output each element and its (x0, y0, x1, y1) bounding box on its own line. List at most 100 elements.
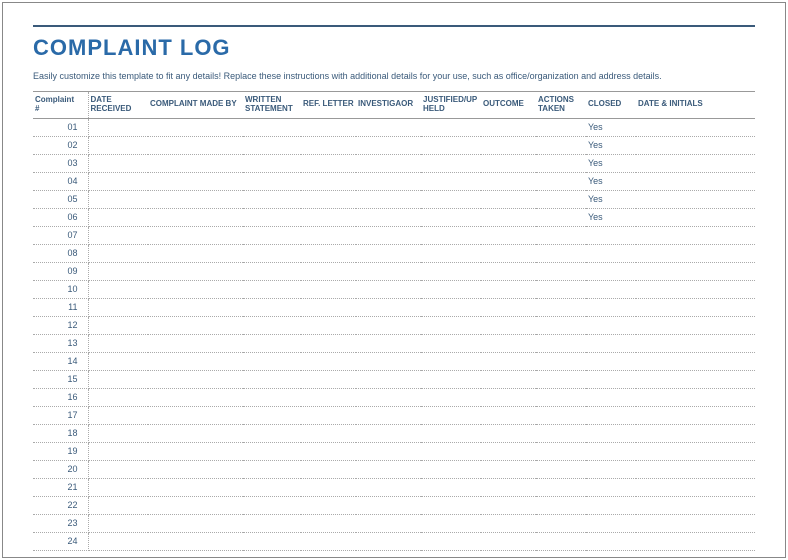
cell-made-by (148, 136, 243, 154)
cell-closed (586, 406, 636, 424)
table-row: 08 (33, 244, 755, 262)
cell-justified (421, 298, 481, 316)
header-date-initials: DATE & INITIALS (636, 92, 755, 119)
cell-date-initials (636, 154, 755, 172)
table-row: 18 (33, 424, 755, 442)
cell-ref-letter (301, 370, 356, 388)
header-complaint-num: Complaint # (33, 92, 88, 119)
cell-complaint-num: 11 (33, 298, 88, 316)
cell-date-received (88, 136, 148, 154)
cell-justified (421, 460, 481, 478)
cell-justified (421, 244, 481, 262)
cell-actions-taken (536, 334, 586, 352)
cell-made-by (148, 172, 243, 190)
cell-justified (421, 280, 481, 298)
cell-date-initials (636, 298, 755, 316)
header-justified: JUSTIFIED/UP HELD (421, 92, 481, 119)
cell-made-by (148, 478, 243, 496)
cell-date-initials (636, 118, 755, 136)
cell-investigator (356, 532, 421, 550)
cell-ref-letter (301, 388, 356, 406)
table-row: 10 (33, 280, 755, 298)
table-header-row: Complaint # DATE RECEIVED COMPLAINT MADE… (33, 92, 755, 119)
header-ref-letter: REF. LETTER (301, 92, 356, 119)
cell-justified (421, 172, 481, 190)
cell-closed (586, 352, 636, 370)
complaint-table: Complaint # DATE RECEIVED COMPLAINT MADE… (33, 91, 755, 551)
cell-complaint-num: 03 (33, 154, 88, 172)
cell-actions-taken (536, 244, 586, 262)
cell-outcome (481, 226, 536, 244)
cell-date-received (88, 334, 148, 352)
cell-written-statement (243, 334, 301, 352)
cell-date-received (88, 118, 148, 136)
cell-date-received (88, 154, 148, 172)
cell-investigator (356, 496, 421, 514)
cell-date-received (88, 190, 148, 208)
cell-made-by (148, 298, 243, 316)
cell-actions-taken (536, 442, 586, 460)
cell-made-by (148, 424, 243, 442)
cell-made-by (148, 316, 243, 334)
cell-justified (421, 118, 481, 136)
cell-date-received (88, 172, 148, 190)
cell-date-initials (636, 460, 755, 478)
cell-outcome (481, 208, 536, 226)
cell-complaint-num: 02 (33, 136, 88, 154)
cell-closed: Yes (586, 154, 636, 172)
header-outcome: OUTCOME (481, 92, 536, 119)
cell-ref-letter (301, 532, 356, 550)
cell-ref-letter (301, 478, 356, 496)
cell-date-initials (636, 208, 755, 226)
table-row: 17 (33, 406, 755, 424)
cell-written-statement (243, 226, 301, 244)
cell-date-initials (636, 244, 755, 262)
cell-written-statement (243, 190, 301, 208)
cell-investigator (356, 190, 421, 208)
cell-date-received (88, 370, 148, 388)
cell-written-statement (243, 298, 301, 316)
cell-made-by (148, 514, 243, 532)
table-row: 24 (33, 532, 755, 550)
cell-outcome (481, 352, 536, 370)
cell-investigator (356, 154, 421, 172)
cell-justified (421, 136, 481, 154)
cell-outcome (481, 406, 536, 424)
cell-closed (586, 514, 636, 532)
cell-outcome (481, 316, 536, 334)
cell-written-statement (243, 136, 301, 154)
table-row: 05Yes (33, 190, 755, 208)
cell-justified (421, 514, 481, 532)
cell-date-received (88, 388, 148, 406)
cell-date-initials (636, 226, 755, 244)
cell-closed: Yes (586, 172, 636, 190)
cell-made-by (148, 406, 243, 424)
cell-made-by (148, 262, 243, 280)
cell-date-received (88, 262, 148, 280)
cell-complaint-num: 17 (33, 406, 88, 424)
table-row: 09 (33, 262, 755, 280)
cell-complaint-num: 06 (33, 208, 88, 226)
table-row: 11 (33, 298, 755, 316)
cell-actions-taken (536, 298, 586, 316)
cell-made-by (148, 352, 243, 370)
cell-actions-taken (536, 172, 586, 190)
cell-actions-taken (536, 370, 586, 388)
cell-complaint-num: 18 (33, 424, 88, 442)
cell-outcome (481, 388, 536, 406)
cell-investigator (356, 460, 421, 478)
table-row: 14 (33, 352, 755, 370)
page-title: COMPLAINT LOG (33, 35, 755, 61)
cell-written-statement (243, 244, 301, 262)
cell-justified (421, 316, 481, 334)
cell-made-by (148, 460, 243, 478)
cell-date-initials (636, 532, 755, 550)
cell-complaint-num: 24 (33, 532, 88, 550)
cell-investigator (356, 226, 421, 244)
cell-complaint-num: 07 (33, 226, 88, 244)
cell-investigator (356, 298, 421, 316)
cell-investigator (356, 334, 421, 352)
cell-closed (586, 334, 636, 352)
table-row: 19 (33, 442, 755, 460)
cell-ref-letter (301, 244, 356, 262)
